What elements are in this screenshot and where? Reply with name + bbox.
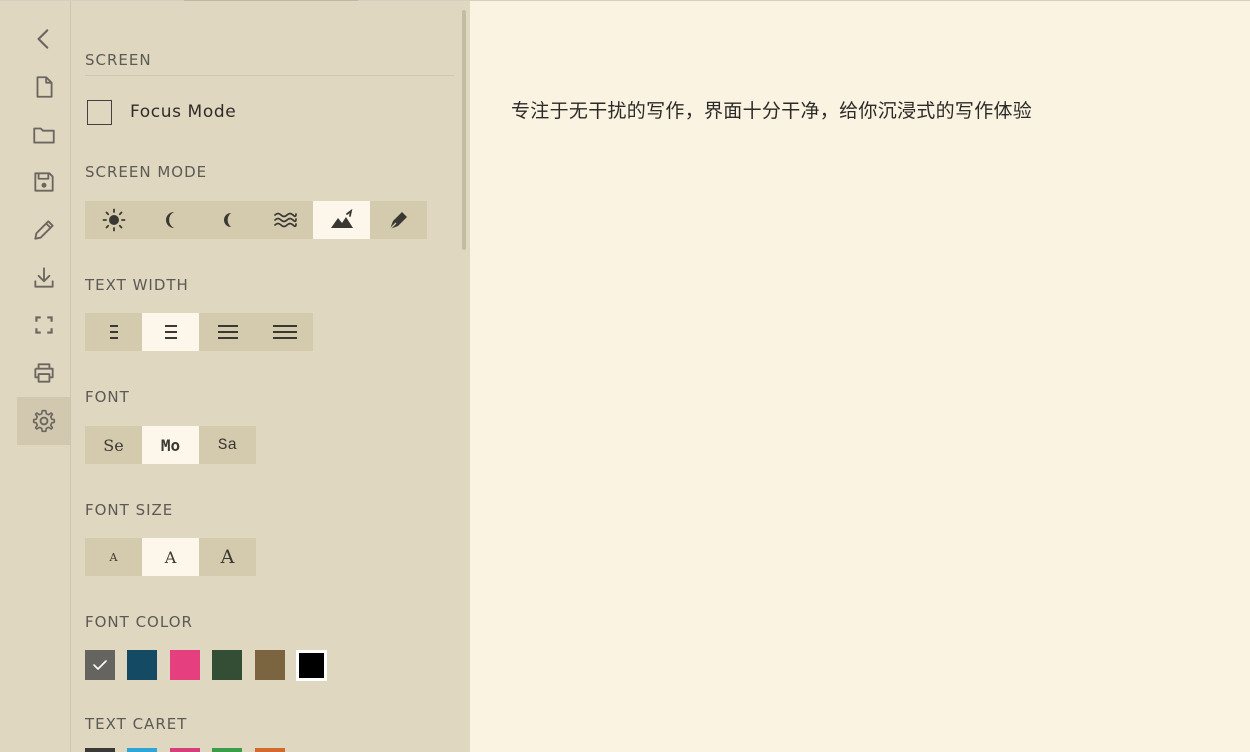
font-size-medium-button[interactable]: A (142, 538, 199, 576)
screen-mode-title: SCREEN MODE (85, 163, 208, 181)
text-width-title: TEXT WIDTH (85, 276, 189, 294)
font-color-swatch-gray[interactable] (85, 650, 115, 680)
font-size-medium-label: A (164, 547, 177, 567)
mountain-icon (330, 208, 353, 228)
font-color-title: FONT COLOR (85, 613, 193, 631)
font-size-large-label: A (220, 546, 235, 568)
text-width-narrow-button[interactable] (85, 313, 142, 351)
screen-mode-light-button[interactable] (85, 201, 142, 239)
font-color-swatch-blue[interactable] (127, 650, 157, 680)
checkmark-icon (93, 660, 107, 670)
font-color-swatch-pink[interactable] (170, 650, 200, 680)
font-mono-label: Mo (160, 435, 181, 455)
save-button[interactable] (17, 158, 70, 206)
pen-nib-icon (389, 212, 407, 230)
full-width-icon (272, 325, 297, 339)
font-color-swatch-black[interactable] (296, 650, 327, 681)
wide-width-icon (217, 325, 238, 339)
print-button[interactable] (17, 349, 70, 397)
font-size-title: FONT SIZE (85, 501, 174, 519)
settings-button[interactable] (17, 397, 70, 445)
medium-width-icon (164, 325, 177, 339)
fullscreen-button[interactable] (17, 301, 70, 349)
font-mono-button[interactable]: Mo (142, 426, 199, 464)
text-width-medium-button[interactable] (142, 313, 199, 351)
fullscreen-icon (34, 316, 53, 334)
font-color-swatch-brown[interactable] (255, 650, 285, 680)
section-divider (85, 75, 454, 76)
font-color-swatch-green[interactable] (212, 650, 242, 680)
gear-icon (32, 409, 55, 433)
print-icon (33, 363, 54, 383)
sun-icon (102, 208, 125, 232)
font-size-small-button[interactable]: A (85, 538, 142, 576)
caret-color-swatch-blue[interactable] (127, 748, 157, 752)
font-serif-label: Se (103, 435, 124, 455)
moon-thin-icon (223, 213, 231, 227)
caret-color-swatch-orange[interactable] (255, 748, 285, 752)
focus-mode-label: Focus Mode (130, 102, 237, 122)
moon-icon (165, 212, 174, 228)
edit-button[interactable] (17, 206, 70, 254)
settings-scrollbar[interactable] (462, 10, 466, 250)
save-icon (33, 172, 54, 192)
download-icon (33, 267, 54, 288)
open-folder-button[interactable] (17, 111, 70, 159)
font-selector: Se Mo Sa (85, 426, 256, 464)
screen-mode-dark-button[interactable] (142, 201, 199, 239)
pencil-icon (33, 220, 54, 240)
file-icon (36, 76, 53, 98)
font-serif-button[interactable]: Se (85, 426, 142, 464)
font-sans-label: Sa (217, 436, 238, 454)
screen-mode-night-button[interactable] (199, 201, 256, 239)
screen-mode-ocean-button[interactable] (256, 201, 313, 239)
back-button[interactable] (17, 15, 70, 63)
screen-mode-mountain-button[interactable] (313, 201, 370, 239)
screen-mode-paper-button[interactable] (370, 201, 427, 239)
text-caret-title: TEXT CARET (85, 715, 188, 733)
font-size-small-label: A (109, 550, 118, 564)
new-file-button[interactable] (17, 63, 70, 111)
screen-section-title: SCREEN (85, 51, 152, 69)
font-title: FONT (85, 388, 130, 406)
download-button[interactable] (17, 254, 70, 302)
narrow-width-icon (109, 325, 118, 339)
caret-color-swatch-pink[interactable] (170, 748, 200, 752)
caret-color-swatch-green[interactable] (212, 748, 242, 752)
font-size-large-button[interactable]: A (199, 538, 256, 576)
text-width-full-button[interactable] (256, 313, 313, 351)
text-width-selector (85, 313, 313, 351)
font-sans-button[interactable]: Sa (199, 426, 256, 464)
screen-mode-selector (85, 201, 427, 239)
waves-icon (273, 212, 297, 228)
focus-mode-checkbox[interactable] (87, 100, 112, 125)
folder-icon (32, 127, 55, 144)
font-size-selector: A A A (85, 538, 256, 576)
icon-rail (0, 1, 71, 752)
editor-content[interactable]: 专注于无干扰的写作，界面十分干净，给你沉浸式的写作体验 (511, 96, 1032, 123)
caret-color-swatch-dark[interactable] (85, 748, 115, 752)
chevron-left-icon (37, 29, 48, 49)
text-width-wide-button[interactable] (199, 313, 256, 351)
